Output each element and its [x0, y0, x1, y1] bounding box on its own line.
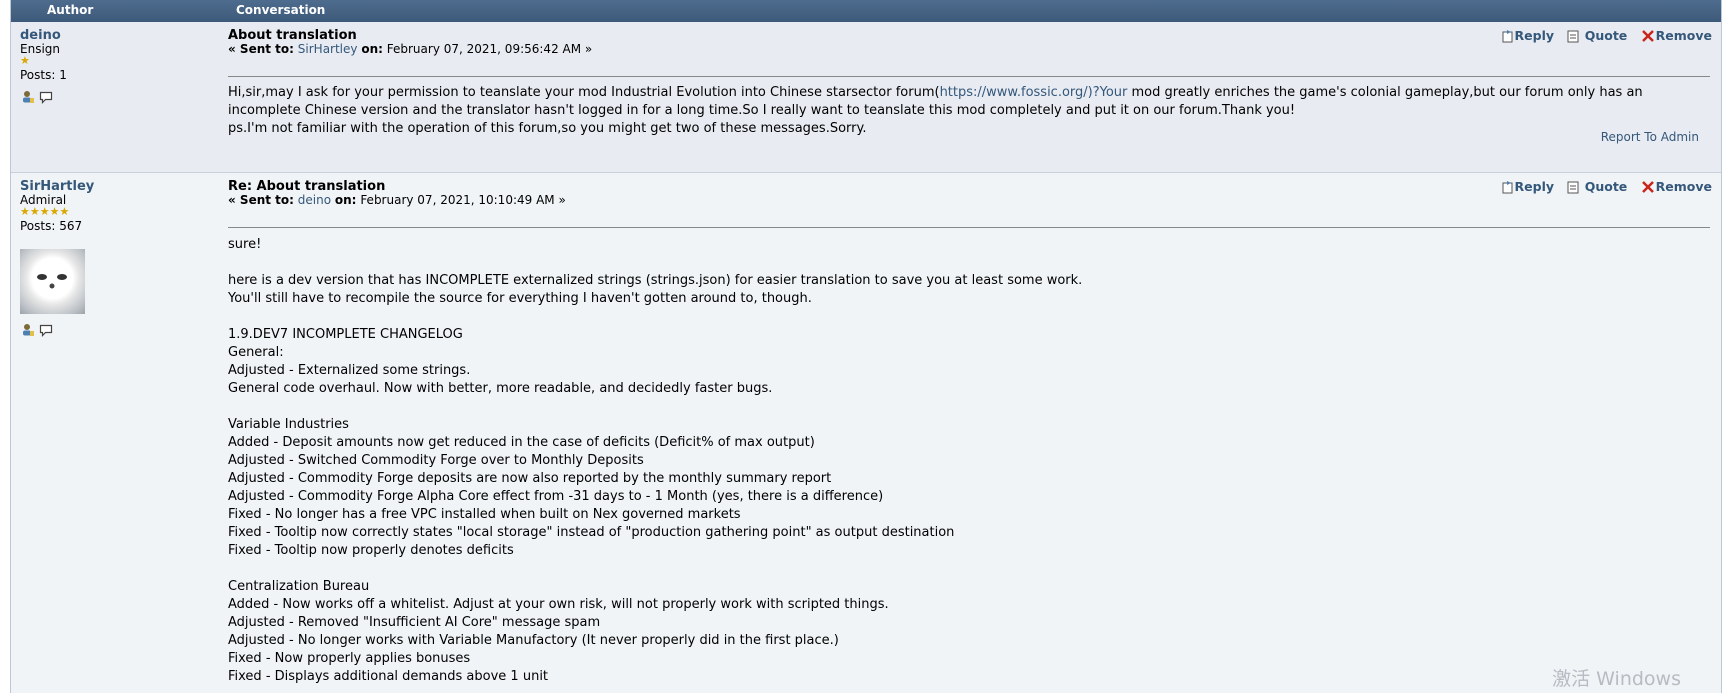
- author-name-link[interactable]: deino: [20, 28, 61, 43]
- table-header: Author Conversation: [11, 0, 1721, 22]
- body-line: Adjusted - Switched Commodity Forge over…: [228, 453, 644, 468]
- body-line: Centralization Bureau: [228, 579, 370, 594]
- avatar: [20, 249, 85, 314]
- author-column-header: Author: [47, 3, 94, 17]
- message-date: February 07, 2021, 09:56:42 AM »: [386, 42, 593, 56]
- avatar-image: [37, 274, 67, 289]
- body-text: Hi,sir,may I ask for your permission to …: [228, 85, 940, 100]
- body-line: Adjusted - No longer works with Variable…: [228, 633, 839, 648]
- quote-icon: [1567, 181, 1579, 194]
- body-line: Fixed - Tooltip now correctly states "lo…: [228, 525, 955, 540]
- message-sent-info: « Sent to: SirHartley on: February 07, 2…: [228, 42, 592, 56]
- body-line: [228, 308, 1708, 326]
- message-row: SirHartley Admiral ★★★★★ Posts: 567 Re: …: [11, 173, 1721, 693]
- body-line: Fixed - Now properly applies bonuses: [228, 651, 471, 666]
- rank-stars: ★: [20, 54, 30, 67]
- message-subject: Re: About translation: [228, 179, 386, 194]
- body-line: Added - Deposit amounts now get reduced …: [228, 435, 815, 450]
- message-body: sure! here is a dev version that has INCO…: [228, 236, 1708, 686]
- body-line: here is a dev version that has INCOMPLET…: [228, 273, 1083, 288]
- pm-conversation-frame: Author Conversation deino Ensign ★ Posts…: [10, 0, 1722, 693]
- body-line: Adjusted - Commodity Forge Alpha Core ef…: [228, 489, 884, 504]
- reply-label: Reply: [1514, 28, 1554, 43]
- remove-label: Remove: [1655, 179, 1712, 194]
- body-line: Added - Now works off a whitelist. Adjus…: [228, 597, 889, 612]
- recipient-link[interactable]: deino: [298, 193, 331, 207]
- recipient-link[interactable]: SirHartley: [298, 42, 358, 56]
- remove-button[interactable]: Remove: [1640, 179, 1712, 194]
- body-line: Adjusted - Commodity Forge deposits are …: [228, 471, 832, 486]
- quote-button[interactable]: Quote: [1566, 28, 1627, 43]
- remove-label: Remove: [1655, 28, 1712, 43]
- body-text: mod greatly enriches the game's colonial…: [1127, 85, 1643, 100]
- message-actions: Reply Quote Remove: [1493, 28, 1712, 44]
- body-line: General code overhaul. Now with better, …: [228, 381, 773, 396]
- body-line: 1.9.DEV7 INCOMPLETE CHANGELOG: [228, 327, 463, 342]
- body-line: Fixed - No longer has a free VPC install…: [228, 507, 741, 522]
- on-label: on:: [361, 42, 383, 56]
- message-actions: Reply Quote Remove: [1493, 179, 1712, 195]
- body-line: Fixed - Tooltip now properly denotes def…: [228, 543, 514, 558]
- message-sent-info: « Sent to: deino on: February 07, 2021, …: [228, 193, 566, 207]
- body-line: [228, 560, 1708, 578]
- body-text: incomplete Chinese version and the trans…: [228, 103, 1296, 118]
- profile-icon[interactable]: [21, 90, 35, 104]
- message-subject: About translation: [228, 28, 357, 43]
- sent-to-label: « Sent to:: [228, 193, 294, 207]
- reply-icon: [1502, 181, 1513, 194]
- reply-button[interactable]: Reply: [1501, 28, 1554, 43]
- body-line: Variable Industries: [228, 417, 349, 432]
- send-pm-icon[interactable]: [39, 90, 53, 104]
- sent-to-label: « Sent to:: [228, 42, 294, 56]
- remove-button[interactable]: Remove: [1640, 28, 1712, 43]
- remove-icon: [1641, 181, 1654, 193]
- quote-label: Quote: [1584, 28, 1628, 43]
- body-line: General:: [228, 345, 284, 360]
- body-line: Fixed - Displays additional demands abov…: [228, 669, 549, 684]
- post-count: Posts: 1: [20, 68, 67, 82]
- remove-icon: [1641, 30, 1654, 42]
- body-line: [228, 254, 1708, 272]
- conversation-column-header: Conversation: [236, 3, 326, 17]
- windows-activation-watermark: 激活 Windows: [1552, 668, 1681, 690]
- rank-stars: ★★★★★: [20, 205, 70, 218]
- report-to-admin-link[interactable]: Report To Admin: [1601, 130, 1699, 144]
- message-divider: [228, 76, 1710, 77]
- post-count: Posts: 567: [20, 219, 83, 233]
- message-body: Hi,sir,may I ask for your permission to …: [228, 84, 1708, 138]
- author-name-link[interactable]: SirHartley: [20, 179, 94, 194]
- message-date: February 07, 2021, 10:10:49 AM »: [360, 193, 566, 207]
- body-line: sure!: [228, 237, 262, 252]
- body-line: Adjusted - Removed "Insufficient AI Core…: [228, 615, 601, 630]
- quote-button[interactable]: Quote: [1566, 179, 1627, 194]
- body-line: Adjusted - Externalized some strings.: [228, 363, 471, 378]
- body-line: You'll still have to recompile the sourc…: [228, 291, 812, 306]
- reply-label: Reply: [1514, 179, 1554, 194]
- forum-link[interactable]: https://www.fossic.org/)?Your: [940, 85, 1128, 100]
- message-divider: [228, 227, 1710, 228]
- body-line: [228, 398, 1708, 416]
- message-row: deino Ensign ★ Posts: 1 About translatio…: [11, 22, 1721, 173]
- on-label: on:: [334, 193, 357, 207]
- reply-button[interactable]: Reply: [1501, 179, 1554, 194]
- quote-icon: [1567, 30, 1579, 43]
- quote-label: Quote: [1584, 179, 1628, 194]
- body-text: ps.I'm not familiar with the operation o…: [228, 121, 867, 136]
- reply-icon: [1502, 30, 1513, 43]
- send-pm-icon[interactable]: [39, 323, 53, 337]
- profile-icon[interactable]: [21, 323, 35, 337]
